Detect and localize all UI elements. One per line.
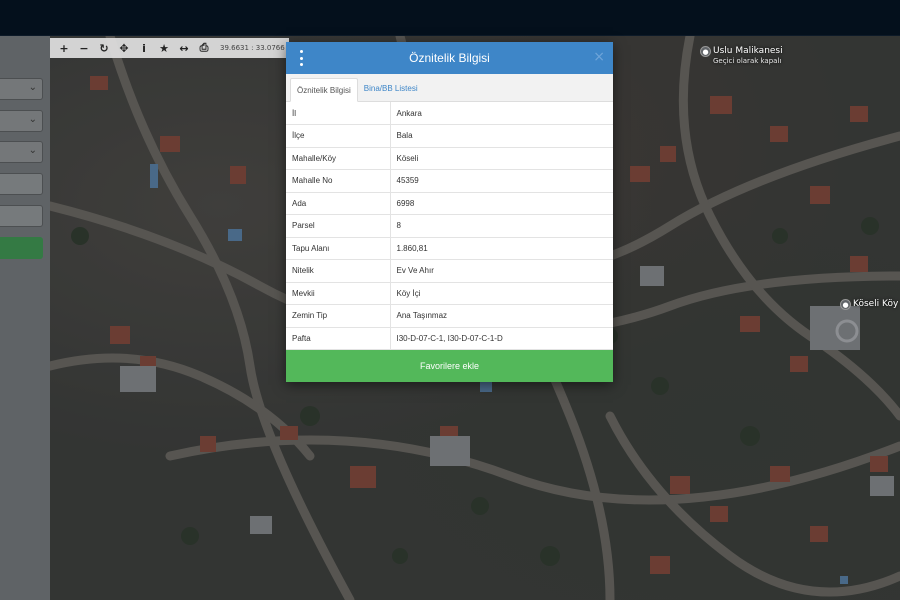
map-label-place1[interactable]: Uslu Malikanesi xyxy=(713,46,783,56)
table-row: İlçe Bala xyxy=(286,124,613,148)
tab-attribute-info[interactable]: Öznitelik Bilgisi xyxy=(290,78,358,102)
attr-value: I30-D-07-C-1, I30-D-07-C-1-D xyxy=(390,327,613,350)
attr-key: Mahalle/Köy xyxy=(286,147,391,170)
attribute-info-modal: Öznitelik Bilgisi × Öznitelik Bilgisi Bi… xyxy=(286,42,613,382)
sidebar-panel: ⌄ ⌄ ⌄ xyxy=(0,36,50,600)
map-sublabel-place1: Geçici olarak kapalı xyxy=(713,57,782,65)
sidebar-select-neighborhood[interactable]: ⌄ xyxy=(0,141,43,163)
modal-header: Öznitelik Bilgisi × xyxy=(286,42,613,74)
modal-tabs: Öznitelik Bilgisi Bina/BB Listesi xyxy=(286,74,613,102)
mosque-pin-icon[interactable]: ● xyxy=(840,299,851,310)
refresh-icon[interactable]: ↻ xyxy=(94,39,114,57)
star-icon[interactable]: ★ xyxy=(154,39,174,57)
chevron-down-icon: ⌄ xyxy=(28,145,37,156)
attr-key: Zemin Tip xyxy=(286,304,391,328)
attr-key: Nitelik xyxy=(286,259,391,283)
zoom-out-icon[interactable]: − xyxy=(74,39,94,57)
table-row: Tapu Alanı 1.860,81 xyxy=(286,237,613,260)
top-navbar xyxy=(0,0,900,36)
attr-value: 45359 xyxy=(390,169,613,193)
attr-value: 1.860,81 xyxy=(390,237,613,260)
coordinate-readout: 39.6631 : 33.0766 xyxy=(220,44,285,52)
attr-value: 8 xyxy=(390,214,613,238)
measure-icon[interactable]: ↔ xyxy=(174,39,194,57)
attr-key: Pafta xyxy=(286,327,391,350)
chevron-down-icon: ⌄ xyxy=(28,114,37,125)
attr-value: Köy İçi xyxy=(390,282,613,305)
sidebar-select-province[interactable]: ⌄ xyxy=(0,78,43,100)
attr-value: Ev Ve Ahır xyxy=(390,259,613,283)
kebab-menu-icon[interactable] xyxy=(298,50,304,66)
sidebar-input-parcel[interactable] xyxy=(0,205,43,227)
info-icon[interactable]: i xyxy=(134,39,154,57)
table-row: Pafta I30-D-07-C-1, I30-D-07-C-1-D xyxy=(286,327,613,350)
table-row: Mevkii Köy İçi xyxy=(286,282,613,305)
table-row: Mahalle/Köy Köseli xyxy=(286,147,613,170)
attr-key: Mevkii xyxy=(286,282,391,305)
attr-key: Mahalle No xyxy=(286,169,391,193)
map-toolbar: + − ↻ ✥ i ★ ↔ ⎙ 39.6631 : 33.0766 xyxy=(50,38,289,58)
attr-value: Ana Taşınmaz xyxy=(390,304,613,328)
modal-title: Öznitelik Bilgisi xyxy=(409,51,490,65)
move-icon[interactable]: ✥ xyxy=(114,39,134,57)
table-row: Ada 6998 xyxy=(286,192,613,215)
sidebar-input-block[interactable] xyxy=(0,173,43,195)
table-row: Mahalle No 45359 xyxy=(286,169,613,193)
table-row: Nitelik Ev Ve Ahır xyxy=(286,259,613,283)
attr-key: İl xyxy=(286,102,391,125)
attr-value: Bala xyxy=(390,124,613,148)
attr-value: 6998 xyxy=(390,192,613,215)
sidebar-query-button[interactable] xyxy=(0,237,43,259)
attr-key: İlçe xyxy=(286,124,391,148)
sidebar-select-district[interactable]: ⌄ xyxy=(0,110,43,132)
attr-key: Tapu Alanı xyxy=(286,237,391,260)
map-pin-icon[interactable]: ● xyxy=(700,46,711,57)
print-icon[interactable]: ⎙ xyxy=(194,39,214,57)
tab-building-list[interactable]: Bina/BB Listesi xyxy=(358,77,424,101)
table-row: Parsel 8 xyxy=(286,214,613,238)
table-row: Zemin Tip Ana Taşınmaz xyxy=(286,304,613,328)
map-label-place2[interactable]: Köseli Köy xyxy=(853,299,898,309)
close-icon[interactable]: × xyxy=(593,49,605,65)
chevron-down-icon: ⌄ xyxy=(28,82,37,93)
zoom-in-icon[interactable]: + xyxy=(54,39,74,57)
attribute-table: İl Ankara İlçe Bala Mahalle/Köy Köseli Maha… xyxy=(286,102,613,350)
attr-value: Köseli xyxy=(390,147,613,170)
attr-value: Ankara xyxy=(390,102,613,125)
attr-key: Ada xyxy=(286,192,391,215)
add-to-favorites-button[interactable]: Favorilere ekle xyxy=(286,350,613,382)
table-row: İl Ankara xyxy=(286,102,613,125)
attr-key: Parsel xyxy=(286,214,391,238)
